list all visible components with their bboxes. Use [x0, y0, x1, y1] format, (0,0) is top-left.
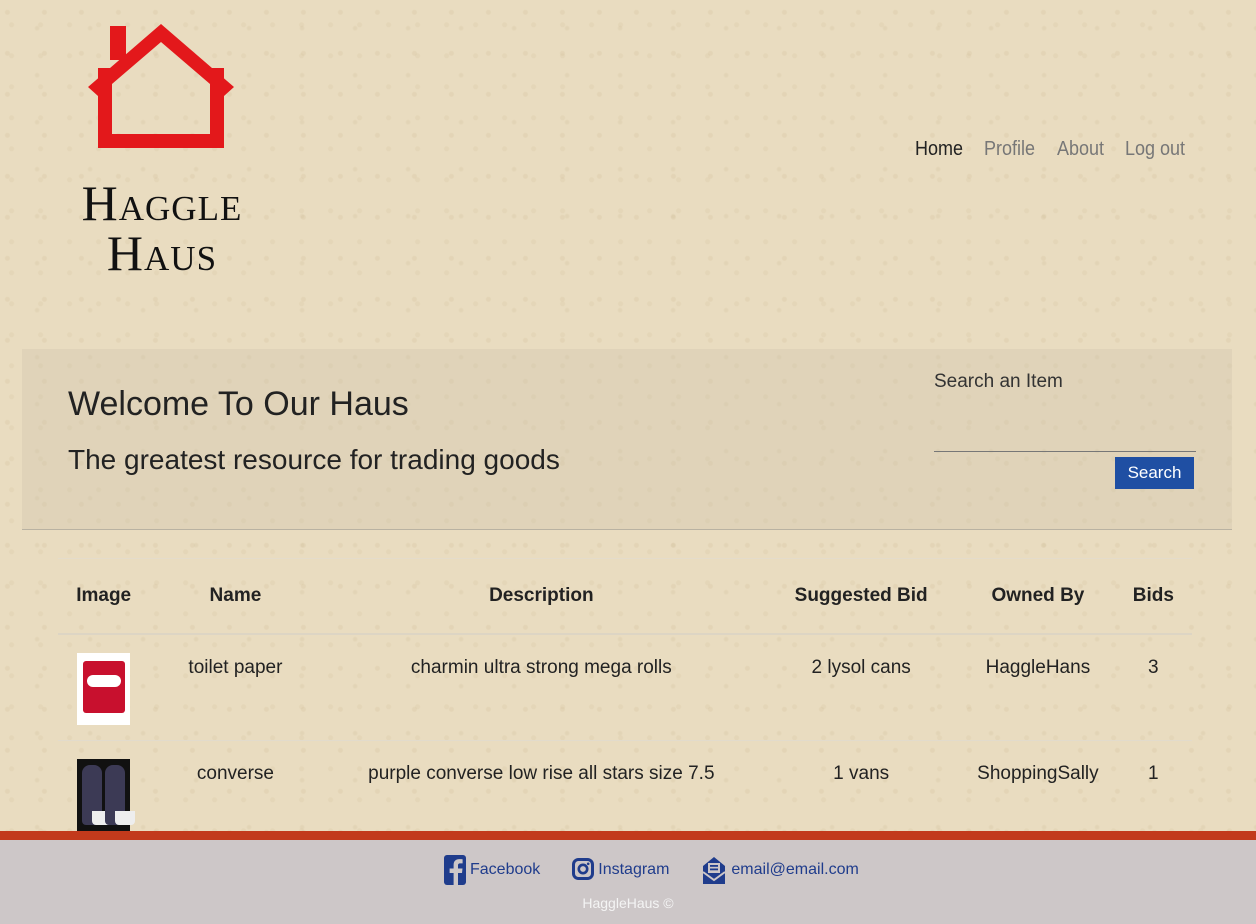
- col-name: Name: [149, 558, 322, 635]
- facebook-icon: [444, 855, 466, 885]
- facebook-link[interactable]: Facebook: [444, 855, 540, 885]
- toilet-paper-package: [83, 661, 126, 713]
- footer-links: Facebook Instagram email@email.com: [444, 854, 859, 886]
- search-label: Search an Item: [934, 371, 1063, 392]
- col-image: Image: [58, 558, 150, 635]
- nav-profile[interactable]: Profile: [984, 138, 1035, 161]
- instagram-icon: [572, 858, 595, 880]
- instagram-label: Instagram: [598, 861, 670, 878]
- brand-line-1: Haggle: [81, 175, 243, 231]
- row-description: charmin ultra strong mega rolls: [321, 634, 762, 741]
- footer: Facebook Instagram email@email.com Haggl…: [0, 840, 1256, 924]
- logo[interactable]: Haggle Haus: [64, 20, 260, 290]
- nav-about[interactable]: About: [1057, 138, 1104, 161]
- footer-divider: [0, 831, 1256, 840]
- row-image-cell: [58, 634, 150, 741]
- facebook-label: Facebook: [470, 861, 541, 878]
- nav-home[interactable]: Home: [915, 138, 963, 161]
- col-description: Description: [321, 558, 762, 635]
- items-table: Image Name Description Suggested Bid Own…: [58, 558, 1192, 847]
- email-label: email@email.com: [731, 861, 859, 878]
- nav-logout[interactable]: Log out: [1125, 138, 1185, 161]
- toilet-paper-image[interactable]: [77, 653, 131, 725]
- envelope-icon: [702, 857, 726, 884]
- col-bids: Bids: [1114, 558, 1192, 635]
- items-table-container: Image Name Description Suggested Bid Own…: [58, 558, 1192, 847]
- hero-subtitle: The greatest resource for trading goods: [68, 444, 560, 475]
- search-input[interactable]: [934, 421, 1196, 452]
- table-header-row: Image Name Description Suggested Bid Own…: [58, 558, 1192, 635]
- col-owned-by: Owned By: [961, 558, 1115, 635]
- row-suggested-bid: 2 lysol cans: [761, 634, 962, 741]
- house-icon: [88, 24, 234, 148]
- col-suggested-bid: Suggested Bid: [761, 558, 962, 635]
- left-shoe: [82, 764, 113, 825]
- hero-banner: Welcome To Our Haus The greatest resourc…: [22, 349, 1232, 530]
- brand-name: Haggle Haus: [64, 178, 260, 278]
- right-shoe: [105, 764, 136, 825]
- search-button[interactable]: Search: [1115, 457, 1194, 489]
- main-nav: Home Profile About Log out: [915, 138, 1192, 161]
- table-row[interactable]: toilet paper charmin ultra strong mega r…: [58, 634, 1192, 741]
- converse-image[interactable]: [77, 758, 136, 831]
- email-link[interactable]: email@email.com: [701, 854, 859, 886]
- copyright-text: HaggleHaus ©: [582, 895, 674, 911]
- hero-title: Welcome To Our Haus: [68, 385, 409, 423]
- brand-line-2: Haus: [106, 225, 218, 281]
- instagram-link[interactable]: Instagram: [572, 855, 669, 885]
- row-name: toilet paper: [149, 634, 322, 741]
- row-bids: 3: [1114, 634, 1192, 741]
- row-owner: HaggleHans: [961, 634, 1115, 741]
- package-logo: [87, 675, 122, 687]
